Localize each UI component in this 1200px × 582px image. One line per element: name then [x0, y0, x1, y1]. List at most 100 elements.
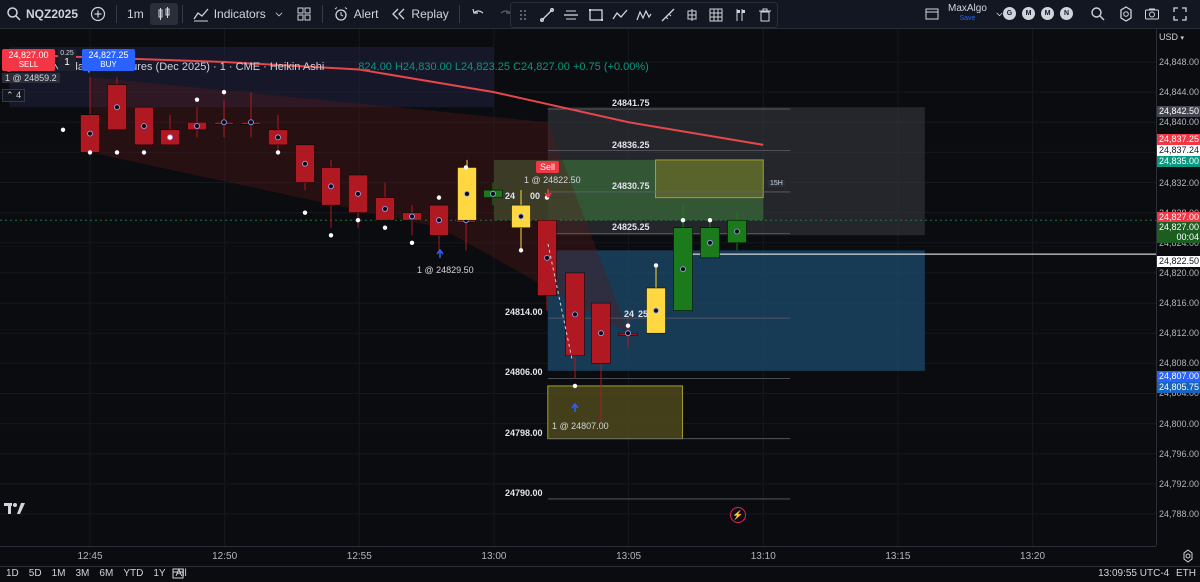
- currency-selector[interactable]: USD ▾: [1159, 32, 1184, 42]
- session-buttons: G M M N: [1000, 7, 1076, 20]
- candle-marker: [248, 119, 254, 126]
- indicators-label: Indicators: [213, 7, 266, 21]
- account-widget[interactable]: MaxAlgo Save: [918, 0, 1010, 28]
- replay-button[interactable]: Replay: [384, 0, 454, 28]
- alert-button[interactable]: Alert: [327, 0, 385, 28]
- alarm-clock-icon: [334, 7, 348, 21]
- session-button-g[interactable]: G: [1003, 7, 1016, 20]
- undo-icon: [472, 8, 484, 14]
- gear-icon: [1120, 6, 1132, 22]
- candle-marker: [409, 213, 415, 220]
- indicators-icon: [193, 8, 209, 22]
- price-tick-label: 24,832.00: [1159, 177, 1200, 188]
- drag-handle-icon[interactable]: [515, 7, 531, 23]
- signal-dot: [328, 233, 334, 238]
- calendar-icon: [172, 568, 184, 579]
- signal-dot: [194, 97, 200, 102]
- price-tick-label: 24,808.00: [1159, 358, 1200, 369]
- indicator-count: 4: [16, 90, 22, 100]
- chart-pane[interactable]: ● E-mini Nasdaq-100 Futures (Dec 2025) ·…: [0, 29, 1156, 546]
- add-symbol-button[interactable]: [84, 0, 112, 28]
- time-tick-label: 12:50: [212, 551, 238, 562]
- divider: [116, 5, 118, 23]
- candle-marker: [734, 228, 740, 235]
- session-button-n[interactable]: N: [1060, 7, 1073, 20]
- fullscreen-icon: [1173, 7, 1187, 21]
- session-button-m2[interactable]: M: [1041, 7, 1054, 20]
- signal-dot: [382, 225, 388, 230]
- price-flag: 24,805.75: [1157, 382, 1200, 393]
- buy-price: 24,827.25: [88, 50, 129, 60]
- price-tick-label: 24,844.00: [1159, 87, 1200, 98]
- range-button[interactable]: 6M: [99, 568, 113, 579]
- interval-button[interactable]: 1m: [121, 0, 150, 28]
- session-eth-button[interactable]: ETH: [1176, 568, 1196, 579]
- candle-marker: [382, 205, 388, 212]
- path-icon[interactable]: [612, 7, 628, 23]
- trend-line-icon[interactable]: [539, 7, 555, 23]
- range-buttons: 1D 5D 1M 3M 6M YTD 1Y All: [6, 568, 197, 579]
- position-line-label[interactable]: 1 @ 24859.2: [2, 73, 60, 83]
- signal-dot: [409, 240, 415, 245]
- long-position-icon[interactable]: [684, 7, 700, 23]
- horizontal-line-icon[interactable]: [563, 7, 579, 23]
- buy-button[interactable]: 24,827.25 BUY: [82, 49, 135, 71]
- price-axis[interactable]: USD ▾ 24,848.0024,844.0024,840.0024,836.…: [1156, 29, 1200, 546]
- price-tick-label: 24,840.00: [1159, 117, 1200, 128]
- range-button[interactable]: 3M: [76, 568, 90, 579]
- pattern-icon[interactable]: [636, 7, 652, 23]
- snapshot-button[interactable]: [1138, 0, 1166, 28]
- rectangle-icon[interactable]: [588, 7, 604, 23]
- sell-button[interactable]: 24,827.00 SELL: [2, 49, 55, 71]
- chart-type-button[interactable]: [149, 3, 178, 25]
- symbol-search[interactable]: NQZ2025: [0, 0, 84, 28]
- signal-dot: [653, 263, 659, 268]
- candle-marker: [436, 217, 442, 224]
- price-tick-label: 24,820.00: [1159, 267, 1200, 278]
- time-axis[interactable]: 12:45 12:50 12:55 13:00 13:05 13:10 13:15 13:20: [0, 546, 1156, 567]
- alert-label: Alert: [353, 7, 379, 21]
- candle-marker: [680, 266, 686, 273]
- price-level-label: 24814.00: [505, 307, 543, 318]
- session-button-m1[interactable]: M: [1022, 7, 1035, 20]
- candles-icon: [158, 7, 170, 20]
- indicator-collapse-button[interactable]: ⌃ 4: [2, 89, 26, 102]
- price-chart[interactable]: [0, 29, 1156, 546]
- signal-dot: [275, 150, 281, 155]
- buy-arrow-icon: [436, 248, 444, 258]
- candle-marker: [490, 190, 496, 197]
- range-button[interactable]: 1Y: [153, 568, 165, 579]
- range-button[interactable]: 1D: [6, 568, 19, 579]
- candle-marker: [221, 119, 227, 126]
- time-tick-label: 13:05: [616, 551, 642, 562]
- price-level-label: 24798.00: [505, 427, 543, 438]
- layout-button[interactable]: [290, 0, 318, 28]
- range-button[interactable]: YTD: [123, 568, 143, 579]
- ruler-icon[interactable]: [660, 7, 676, 23]
- signal-dot: [680, 218, 686, 223]
- fib-icon[interactable]: [708, 7, 724, 23]
- price-flag: 24,835.00: [1157, 156, 1200, 167]
- candle-marker: [87, 130, 93, 137]
- settings-button[interactable]: [1112, 0, 1140, 28]
- candle-marker: [572, 311, 578, 318]
- range-button[interactable]: 5D: [29, 568, 42, 579]
- axis-settings-button[interactable]: [1180, 548, 1196, 564]
- undo-button[interactable]: [464, 0, 492, 28]
- replay-label: Replay: [411, 7, 449, 21]
- grid-icon: [297, 7, 311, 21]
- range-button[interactable]: 1M: [52, 568, 66, 579]
- lightning-icon[interactable]: ⚡: [730, 507, 746, 523]
- delete-icon[interactable]: [757, 7, 773, 23]
- search-button[interactable]: [1084, 0, 1112, 28]
- fullscreen-button[interactable]: [1166, 0, 1194, 28]
- time-tick-label: 12:45: [77, 551, 103, 562]
- candle-marker: [114, 104, 120, 111]
- candle-marker: [194, 123, 200, 129]
- quantity-box[interactable]: 0.25 1: [58, 49, 76, 71]
- indicators-button[interactable]: Indicators: [187, 0, 290, 28]
- partial-level-label-1: 24: [505, 191, 516, 201]
- flag-icon[interactable]: [733, 7, 749, 23]
- candle-marker: [355, 190, 361, 197]
- tradingview-logo: [4, 500, 26, 519]
